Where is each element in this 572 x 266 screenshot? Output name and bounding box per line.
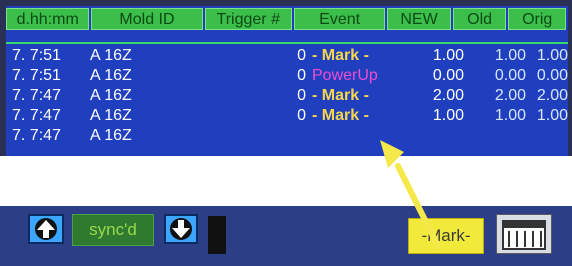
mark-button[interactable]: -Mark- <box>408 218 484 254</box>
event-log-screen: d.hh:mm Mold ID Trigger # Event NEW Old … <box>6 6 568 156</box>
cell-mold-id: A 16Z <box>90 47 132 64</box>
cell-old: 1.00 <box>494 47 526 64</box>
up-arrow-icon <box>35 218 57 240</box>
cell-event: - Mark - <box>312 47 369 64</box>
table-row[interactable]: 7. 7:47 A 16Z 0 - Mark - 1.00 1.00 1.00 <box>6 106 568 126</box>
cell-new: 0.00 <box>432 67 464 84</box>
cell-trigger: 0 <box>297 47 306 64</box>
table-row[interactable]: 7. 7:47 A 16Z <box>6 126 568 146</box>
sync-status-button[interactable]: sync'd <box>72 214 154 246</box>
cell-orig: 0.00 <box>536 67 568 84</box>
cell-new: 2.00 <box>432 87 464 104</box>
cell-trigger: 0 <box>297 67 306 84</box>
cell-event: PowerUp <box>312 67 378 84</box>
white-occluder <box>0 156 572 206</box>
cell-event: - Mark - <box>312 87 369 104</box>
cell-time: 7. 7:47 <box>12 87 61 104</box>
cell-orig: 1.00 <box>536 47 568 64</box>
col-header-trigger[interactable]: Trigger # <box>204 8 292 30</box>
table-header: d.hh:mm Mold ID Trigger # Event NEW Old … <box>6 6 568 32</box>
cell-time: 7. 7:51 <box>12 47 61 64</box>
calendar-icon <box>502 220 546 250</box>
col-header-old[interactable]: Old <box>452 8 507 30</box>
table-row[interactable]: 7. 7:51 A 16Z 0 PowerUp 0.00 0.00 0.00 <box>6 66 568 86</box>
cell-new: 1.00 <box>432 107 464 124</box>
cell-mold-id: A 16Z <box>90 67 132 84</box>
down-arrow-icon <box>170 218 192 240</box>
col-header-new[interactable]: NEW <box>387 8 451 30</box>
calendar-button[interactable] <box>496 214 552 254</box>
cell-time: 7. 7:51 <box>12 67 61 84</box>
cell-mold-id: A 16Z <box>90 107 132 124</box>
cell-old: 0.00 <box>494 67 526 84</box>
cell-orig: 2.00 <box>536 87 568 104</box>
cell-time: 7. 7:47 <box>12 127 61 144</box>
table-row[interactable]: 7. 7:47 A 16Z 0 - Mark - 2.00 2.00 2.00 <box>6 86 568 106</box>
hint-text <box>238 214 398 254</box>
header-divider <box>6 42 568 44</box>
cell-trigger: 0 <box>297 107 306 124</box>
cell-mold-id: A 16Z <box>90 127 132 144</box>
status-indicator <box>208 216 226 254</box>
cell-old: 1.00 <box>494 107 526 124</box>
cell-time: 7. 7:47 <box>12 107 61 124</box>
col-header-orig[interactable]: Orig <box>508 8 566 30</box>
col-header-event[interactable]: Event <box>293 8 386 30</box>
scroll-down-button[interactable] <box>164 214 198 244</box>
table-row[interactable]: 7. 7:51 A 16Z 0 - Mark - 1.00 1.00 1.00 <box>6 46 568 66</box>
cell-orig: 1.00 <box>536 107 568 124</box>
scroll-up-button[interactable] <box>28 214 64 244</box>
cell-new: 1.00 <box>432 47 464 64</box>
col-header-mold-id[interactable]: Mold ID <box>91 8 203 30</box>
cell-event: - Mark - <box>312 107 369 124</box>
cell-mold-id: A 16Z <box>90 87 132 104</box>
cell-trigger: 0 <box>297 87 306 104</box>
cell-old: 2.00 <box>494 87 526 104</box>
col-header-time[interactable]: d.hh:mm <box>6 8 90 30</box>
